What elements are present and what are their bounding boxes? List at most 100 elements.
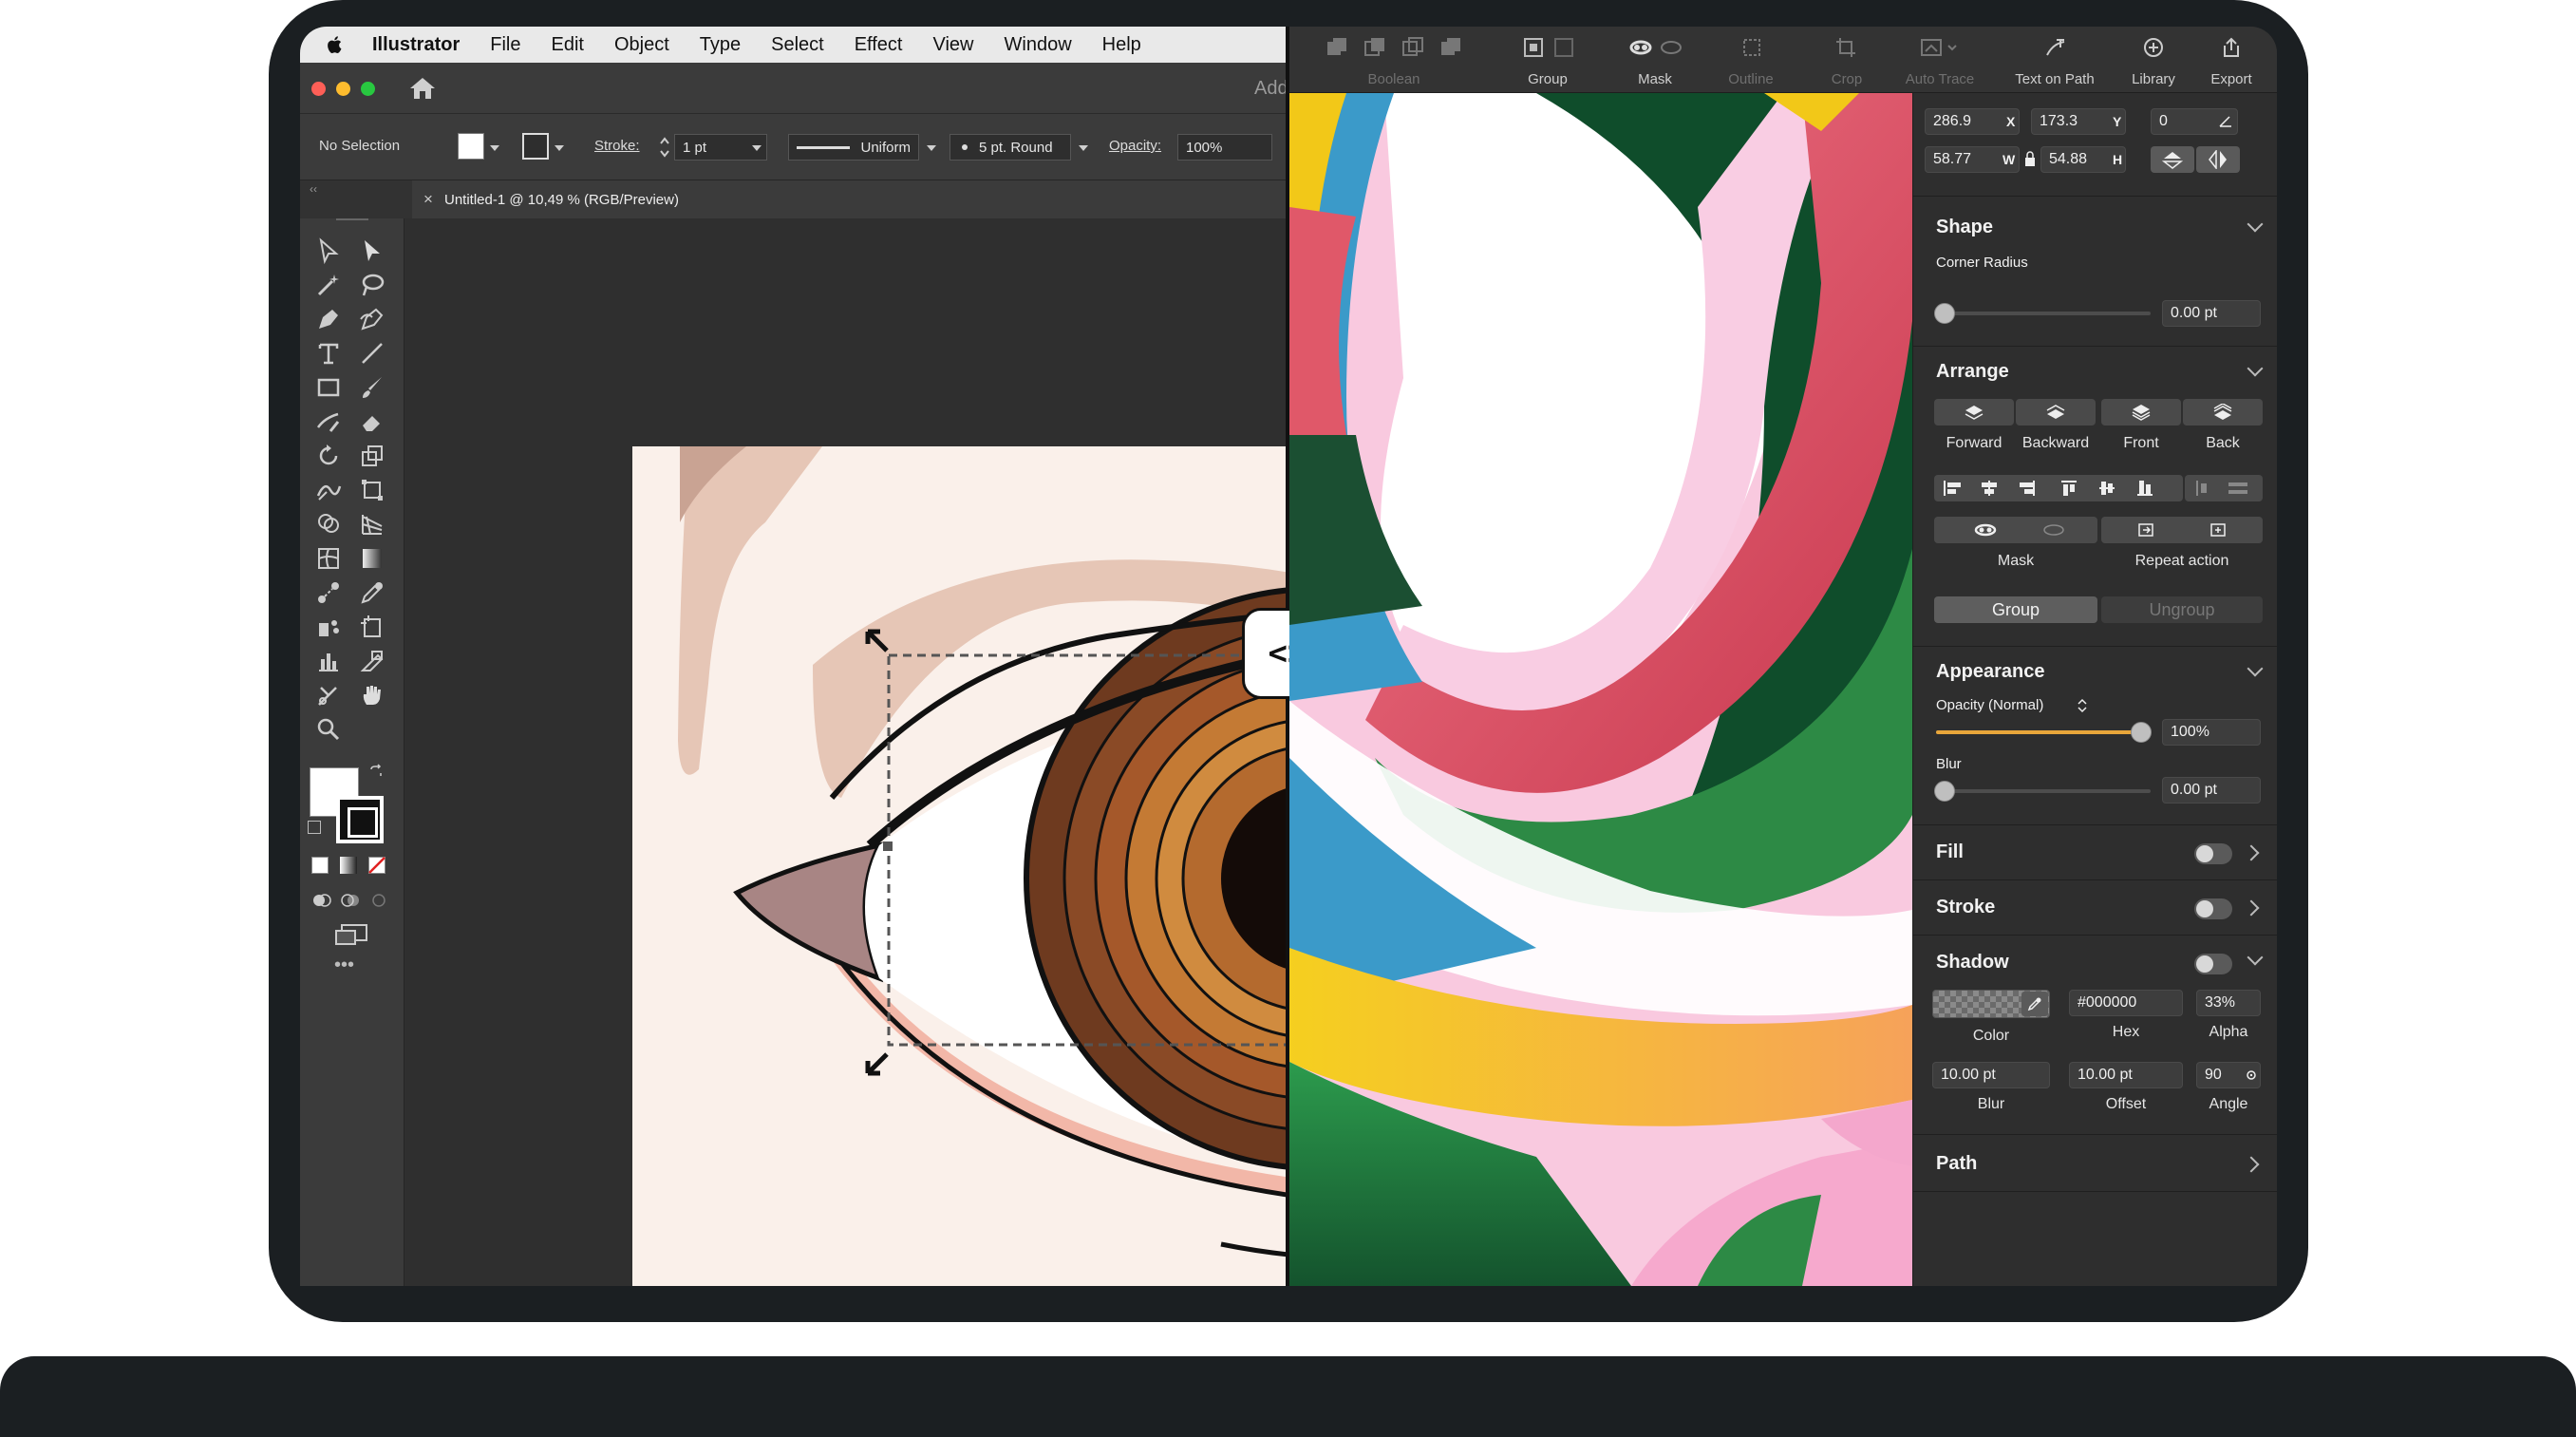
perspective-grid-tool-icon[interactable]: [359, 511, 385, 538]
draw-normal-icon[interactable]: [311, 891, 332, 910]
corner-radius-knob[interactable]: [1934, 303, 1955, 324]
library-button[interactable]: Library: [2115, 27, 2191, 93]
distribute-buttons[interactable]: [2185, 475, 2263, 501]
text-on-path-tool[interactable]: Text on Path: [1998, 27, 2112, 93]
menu-effect[interactable]: Effect: [855, 34, 903, 56]
default-colors-icon[interactable]: [308, 821, 321, 834]
scale-tool-icon[interactable]: [359, 443, 385, 469]
home-icon[interactable]: [408, 76, 437, 101]
path-expand-icon[interactable]: [2243, 1156, 2260, 1173]
shadow-blur-field[interactable]: 10.00 pt: [1932, 1062, 2050, 1088]
appearance-collapse-icon[interactable]: [2247, 660, 2264, 677]
shadow-collapse-icon[interactable]: [2247, 949, 2264, 966]
artboard[interactable]: [632, 446, 1288, 1286]
document-tab[interactable]: × Untitled-1 @ 10,49 % (RGB/Preview): [412, 180, 1288, 218]
blend-tool-icon[interactable]: [315, 579, 342, 606]
flip-vertical-button[interactable]: [2151, 146, 2194, 173]
menu-view[interactable]: View: [933, 34, 974, 56]
menu-help[interactable]: Help: [1102, 34, 1141, 56]
stroke-color-swatch[interactable]: [336, 796, 384, 843]
opacity-blend-label[interactable]: Opacity (Normal): [1936, 697, 2043, 713]
magic-wand-tool-icon[interactable]: [315, 272, 342, 298]
brush-definition[interactable]: 5 pt. Round: [950, 134, 1071, 161]
ungroup-button[interactable]: Ungroup: [2101, 596, 2263, 623]
fill-section-title[interactable]: Fill: [1936, 841, 1964, 863]
pen-tool-icon[interactable]: [315, 306, 342, 332]
zoom-tool-icon[interactable]: [315, 716, 342, 743]
stroke-stepper-icon[interactable]: [659, 133, 670, 161]
artboard-tool-icon[interactable]: [359, 614, 385, 640]
mask-tool[interactable]: Mask: [1612, 27, 1698, 93]
mesh-tool-icon[interactable]: [315, 545, 342, 572]
stroke-swatch[interactable]: [522, 133, 549, 160]
boolean-tool-group[interactable]: Boolean: [1308, 27, 1479, 93]
mask-button[interactable]: [1934, 517, 2097, 543]
none-mode-icon[interactable]: [368, 857, 385, 874]
paintbrush-tool-icon[interactable]: [359, 374, 385, 401]
selection-tool-icon[interactable]: [359, 237, 385, 264]
blend-mode-stepper-icon[interactable]: [2077, 697, 2088, 714]
group-button[interactable]: Group: [1934, 596, 2097, 623]
fill-swatch[interactable]: [458, 133, 484, 160]
menu-edit[interactable]: Edit: [551, 34, 583, 56]
menu-app-name[interactable]: Illustrator: [372, 34, 460, 56]
shadow-eyedropper-button[interactable]: [2021, 992, 2048, 1016]
send-backward-button[interactable]: [2016, 399, 2096, 425]
collapse-panel-icon[interactable]: ‹‹: [310, 182, 317, 196]
flip-horizontal-button[interactable]: [2196, 146, 2240, 173]
profile-caret[interactable]: [927, 145, 936, 151]
symbol-sprayer-tool-icon[interactable]: [315, 614, 342, 640]
scissors-tool-icon[interactable]: [315, 682, 342, 709]
opacity-label[interactable]: Opacity:: [1109, 138, 1161, 154]
color-mode-icon[interactable]: [311, 857, 329, 874]
shadow-hex-field[interactable]: #000000: [2069, 990, 2183, 1016]
stroke-weight-caret[interactable]: [752, 145, 762, 151]
fill-dropdown-caret[interactable]: [490, 145, 499, 151]
stroke-section-title[interactable]: Stroke: [1936, 897, 1995, 918]
curvature-tool-icon[interactable]: [359, 306, 385, 332]
rectangle-tool-icon[interactable]: [315, 374, 342, 401]
draw-inside-icon[interactable]: [368, 891, 389, 910]
stroke-label[interactable]: Stroke:: [594, 138, 640, 154]
slice-tool-icon[interactable]: [359, 648, 385, 674]
bring-forward-button[interactable]: [1934, 399, 2014, 425]
align-buttons-group[interactable]: [1934, 475, 2183, 501]
lock-icon[interactable]: [2023, 150, 2037, 167]
screen-mode-icon[interactable]: [334, 923, 368, 946]
shaper-tool-icon[interactable]: [315, 408, 342, 435]
shadow-toggle[interactable]: [2194, 954, 2232, 974]
resize-handle-bottom-left[interactable]: [865, 1052, 889, 1076]
swirl-artwork[interactable]: [1289, 93, 1912, 1286]
variable-width-profile[interactable]: Uniform: [788, 134, 919, 161]
bring-to-front-button[interactable]: [2101, 399, 2181, 425]
gradient-tool-icon[interactable]: [359, 545, 385, 572]
shadow-alpha-field[interactable]: 33%: [2196, 990, 2261, 1016]
gradient-mode-icon[interactable]: [340, 857, 357, 874]
fill-expand-icon[interactable]: [2243, 844, 2260, 861]
eye-illustration[interactable]: [632, 446, 1288, 1286]
arrange-collapse-icon[interactable]: [2247, 360, 2264, 377]
x-field[interactable]: 286.9: [1925, 108, 2020, 135]
lasso-tool-icon[interactable]: [359, 272, 385, 298]
y-field[interactable]: 173.3: [2031, 108, 2126, 135]
send-to-back-button[interactable]: [2183, 399, 2263, 425]
group-tool[interactable]: Group: [1491, 27, 1605, 93]
shape-collapse-icon[interactable]: [2247, 216, 2264, 233]
shadow-offset-field[interactable]: 10.00 pt: [2069, 1062, 2183, 1088]
path-section-title[interactable]: Path: [1936, 1153, 1977, 1175]
close-window-button[interactable]: [311, 82, 326, 96]
line-segment-tool-icon[interactable]: [359, 340, 385, 367]
repeat-action-button[interactable]: [2101, 517, 2263, 543]
outline-tool[interactable]: Outline: [1703, 27, 1798, 93]
panel-grip[interactable]: [336, 218, 368, 221]
warp-tool-icon[interactable]: [315, 477, 342, 503]
stroke-expand-icon[interactable]: [2243, 899, 2260, 917]
fill-toggle[interactable]: [2194, 843, 2232, 864]
canvas-area[interactable]: [404, 218, 1288, 1286]
draw-behind-icon[interactable]: [340, 891, 361, 910]
menu-object[interactable]: Object: [614, 34, 669, 56]
export-button[interactable]: Export: [2193, 27, 2269, 93]
opacity-field[interactable]: 100%: [1177, 134, 1272, 161]
blur-slider[interactable]: [1936, 789, 2151, 793]
appearance-section-title[interactable]: Appearance: [1936, 661, 2045, 683]
